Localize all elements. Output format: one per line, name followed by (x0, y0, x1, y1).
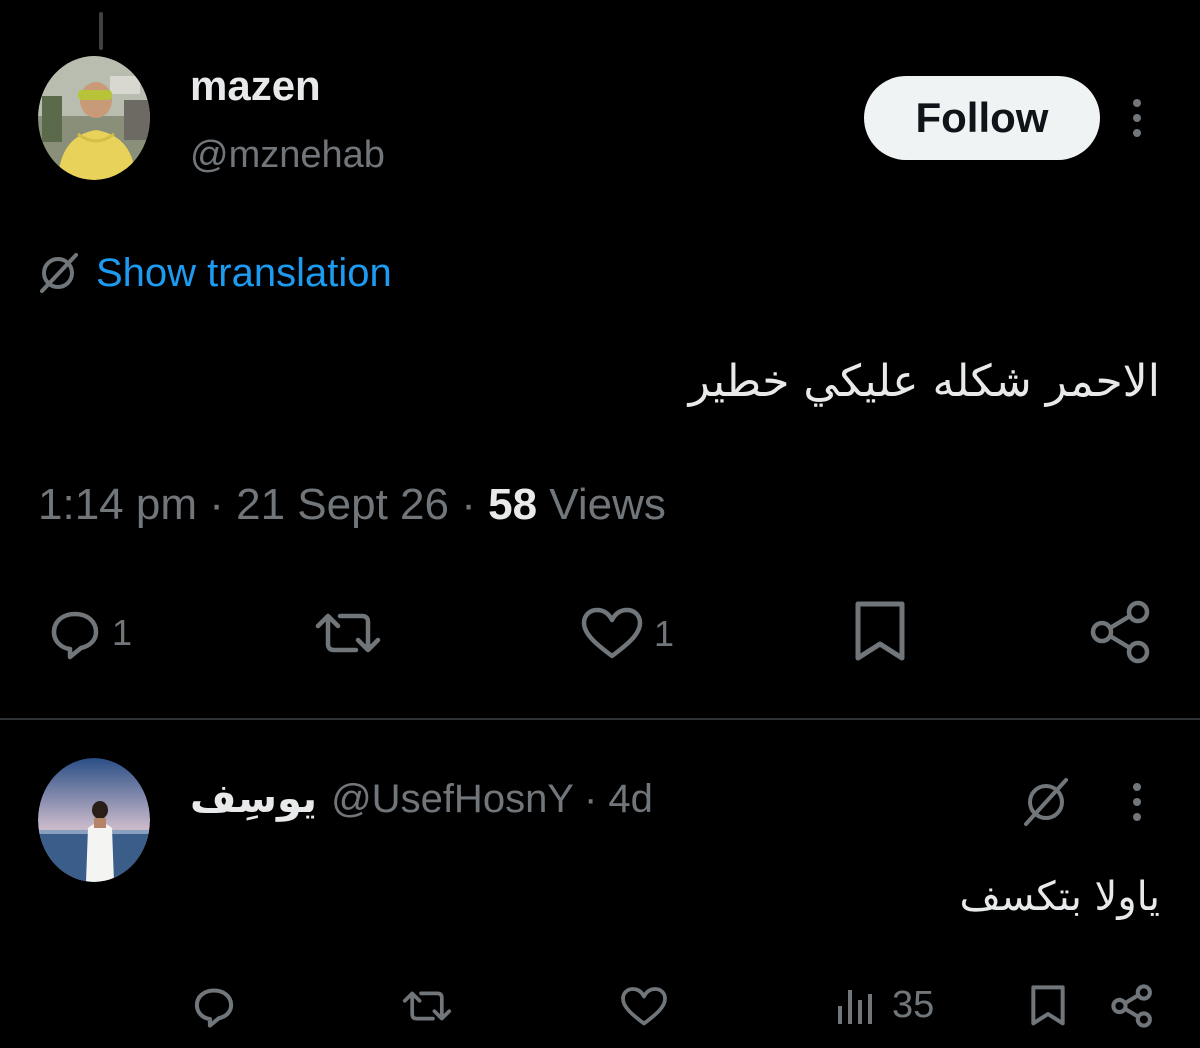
author-name[interactable]: mazen (190, 62, 321, 110)
author-avatar-image (38, 56, 150, 180)
divider (0, 718, 1200, 720)
reply-like-button[interactable] (620, 986, 668, 1028)
follow-button[interactable]: Follow (864, 76, 1100, 160)
reply-age: · 4d (584, 776, 653, 821)
tweet-time[interactable]: 1:14 pm (38, 480, 197, 529)
views-count: 58 (488, 480, 538, 529)
reply-text: ياولا بتكسف (959, 874, 1160, 920)
reply-author-avatar-image (38, 758, 150, 882)
share-button[interactable] (1088, 600, 1156, 664)
reply-views-count: 35 (892, 983, 935, 1026)
author-handle[interactable]: @mznehab (190, 134, 385, 177)
retweet-icon (315, 613, 381, 653)
reply-bookmark-button[interactable] (1028, 984, 1068, 1028)
reply-author-handle[interactable]: @UsefHosnY (331, 777, 574, 822)
share-icon (1111, 984, 1152, 1028)
reply-icon (194, 988, 234, 1028)
like-button[interactable]: 1 (580, 606, 674, 662)
heart-icon (621, 987, 667, 1026)
tweet-date[interactable]: 21 Sept 26 (236, 480, 449, 529)
share-icon (1090, 600, 1150, 664)
reply-translate-icon[interactable] (1020, 776, 1072, 828)
bookmark-button[interactable] (850, 600, 910, 664)
thread-connector-line (99, 12, 103, 50)
reply-reply-button[interactable] (192, 984, 236, 1028)
show-translation-label: Show translation (96, 250, 392, 295)
reply-header: يوسِف @UsefHosnY · 4d (190, 772, 653, 826)
views-label: Views (549, 480, 666, 529)
show-translation-link[interactable]: Show translation (36, 248, 392, 298)
reply-author-name[interactable]: يوسِف (190, 776, 317, 822)
reply-author-avatar[interactable] (38, 758, 150, 882)
meta-separator: · (209, 480, 224, 529)
views-chart-icon (838, 990, 872, 1024)
retweet-icon (402, 991, 452, 1021)
like-count: 1 (654, 613, 675, 654)
reply-icon (51, 611, 99, 660)
author-avatar[interactable] (38, 56, 150, 180)
tweet-meta: 1:14 pm · 21 Sept 26 · 58 Views (38, 480, 666, 530)
more-options-icon[interactable] (1126, 98, 1148, 138)
translate-icon (40, 253, 78, 293)
reply-more-options-icon[interactable] (1126, 782, 1148, 822)
heart-icon (581, 607, 643, 659)
reply-count: 1 (112, 612, 133, 653)
reply-button[interactable]: 1 (48, 606, 132, 660)
reply-retweet-button[interactable] (400, 986, 454, 1026)
retweet-button[interactable] (312, 606, 384, 660)
bookmark-icon (1031, 985, 1065, 1026)
tweet-text: الاحمر شكله عليكي خطير (688, 356, 1160, 407)
bookmark-icon (855, 601, 905, 661)
reply-views-button[interactable]: 35 (834, 982, 934, 1028)
meta-separator: · (461, 480, 476, 529)
reply-share-button[interactable] (1110, 984, 1156, 1028)
